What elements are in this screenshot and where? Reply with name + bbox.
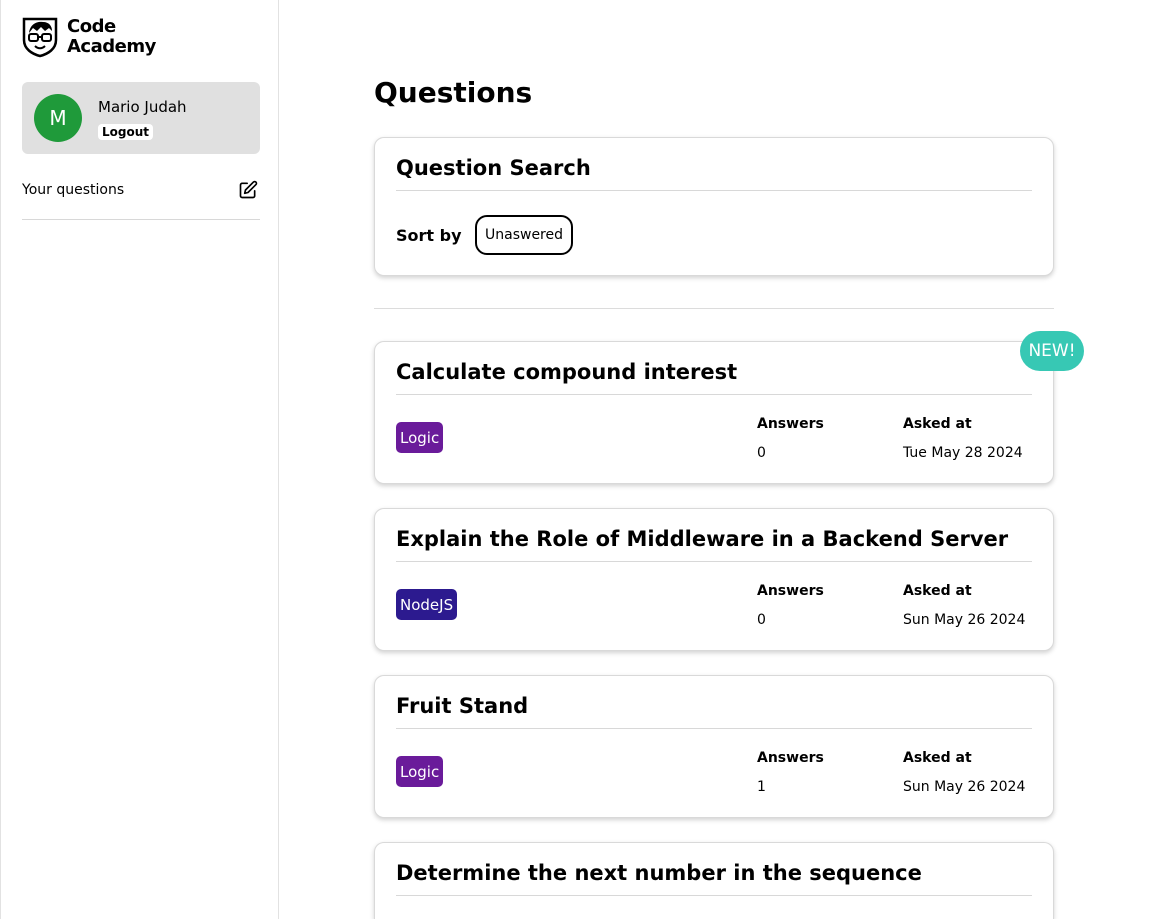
brand-line-2: Academy [67,36,156,57]
question-title[interactable]: Calculate compound interest [396,360,1032,395]
asked-at-date: Tue May 28 2024 [903,445,1023,461]
edit-icon[interactable] [238,180,258,200]
question-search-title: Question Search [396,156,1032,191]
sidebar: Code Academy M Mario Judah Logout Your q… [0,0,279,919]
question-card[interactable]: Fruit Stand Logic Answers Asked at 1 Sun… [374,675,1054,818]
your-questions-link[interactable]: Your questions [22,178,260,220]
answers-header: Answers [757,583,824,599]
question-title[interactable]: Explain the Role of Middleware in a Back… [396,527,1032,562]
sort-select[interactable]: Unaswered [475,215,574,255]
your-questions-label: Your questions [22,182,125,198]
tag-badge[interactable]: Logic [396,756,444,787]
divider [374,308,1054,309]
logo-icon [22,17,58,58]
question-title[interactable]: Determine the next number in the sequenc… [396,861,1032,896]
tag-badge[interactable]: NodeJS [396,589,458,620]
question-card[interactable]: Explain the Role of Middleware in a Back… [374,508,1054,651]
asked-at-header: Asked at [903,750,972,766]
question-title[interactable]: Fruit Stand [396,694,1032,729]
page-title: Questions [374,76,533,109]
answers-count: 0 [757,612,766,628]
asked-at-header: Asked at [903,416,972,432]
answers-header: Answers [757,416,824,432]
brand-line-1: Code [67,16,116,37]
asked-at-date: Sun May 26 2024 [903,612,1026,628]
asked-at-date: Sun May 26 2024 [903,779,1026,795]
asked-at-header: Asked at [903,583,972,599]
new-badge: NEW! [1020,331,1084,371]
question-card[interactable]: Calculate compound interest Logic Answer… [374,341,1054,484]
tag-badge[interactable]: Logic [396,422,444,453]
user-card: M Mario Judah Logout [22,82,260,154]
brand-name: Code Academy [67,17,156,57]
user-name: Mario Judah [98,98,187,116]
answers-count: 1 [757,779,766,795]
answers-count: 0 [757,445,766,461]
avatar[interactable]: M [34,94,82,142]
answers-header: Answers [757,750,824,766]
logo[interactable]: Code Academy [21,16,156,58]
question-card[interactable]: Determine the next number in the sequenc… [374,842,1054,919]
question-search-card: Question Search Sort by Unaswered [374,137,1054,276]
sort-by-label: Sort by [396,226,462,245]
logout-button[interactable]: Logout [98,124,154,140]
